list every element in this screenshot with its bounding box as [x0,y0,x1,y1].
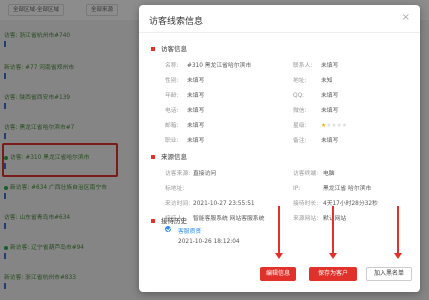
visit-time-field: 来访时间: 2021-10-27 23:55:51 [165,201,255,207]
history-time: 2021-10-26 18:12:04 [178,239,240,245]
address-field: 地址: 未知 [293,78,333,84]
check-icon [165,226,171,232]
reception-duration-field: 接待时长: 4天17小时28分32秒 [293,201,378,207]
close-icon[interactable]: × [402,12,410,23]
qq-field: QQ: 未填写 [293,93,339,99]
visitor-source-field: 访客来源: 直接访问 [165,171,217,177]
edit-info-button[interactable]: 编辑信息 [260,267,296,281]
visitor-device-field: 访客终端: 电脑 [293,171,335,177]
annotation-arrow [329,206,337,259]
wechat-field: 微信: 未填写 [293,108,339,114]
divider [139,32,420,33]
history-heading: 接待历史 [151,215,187,225]
email-field: 邮箱: 未填写 [165,123,205,129]
remark-field: 备注: 未填写 [293,138,339,144]
annotation-arrow [394,206,402,259]
star-rating-field: 星级: ★★★★★ [293,123,348,129]
add-to-blacklist-button[interactable]: 加入黑名单 [366,267,412,281]
modal-title: 访客线索信息 [149,17,204,27]
contact-field: 联系人: 未填写 [293,63,339,69]
ip-field: IP: 黑龙江省 哈尔滨市 [293,186,372,192]
name-field: 名称: #310 黑龙江省哈尔滨市 [165,63,252,69]
target-url-field: 标地址: [165,186,185,192]
source-info-heading: 来源信息 [151,151,187,161]
star-icon[interactable]: ★ [342,123,347,129]
history-agent: 客服质贤 [178,229,202,235]
visitor-info-heading: 访客信息 [151,43,187,53]
gender-field: 性别: 未填写 [165,78,205,84]
phone-field: 电话: 未填写 [165,108,205,114]
star-rating[interactable]: ★★★★★ [321,123,347,129]
occupation-field: 职业: 未填写 [165,138,205,144]
age-field: 年龄: 未填写 [165,93,205,99]
source-site-field: 来源网站: 默认网站 [293,216,347,222]
save-as-customer-button[interactable]: 保存为客户 [309,267,357,281]
annotation-arrow [275,206,283,259]
